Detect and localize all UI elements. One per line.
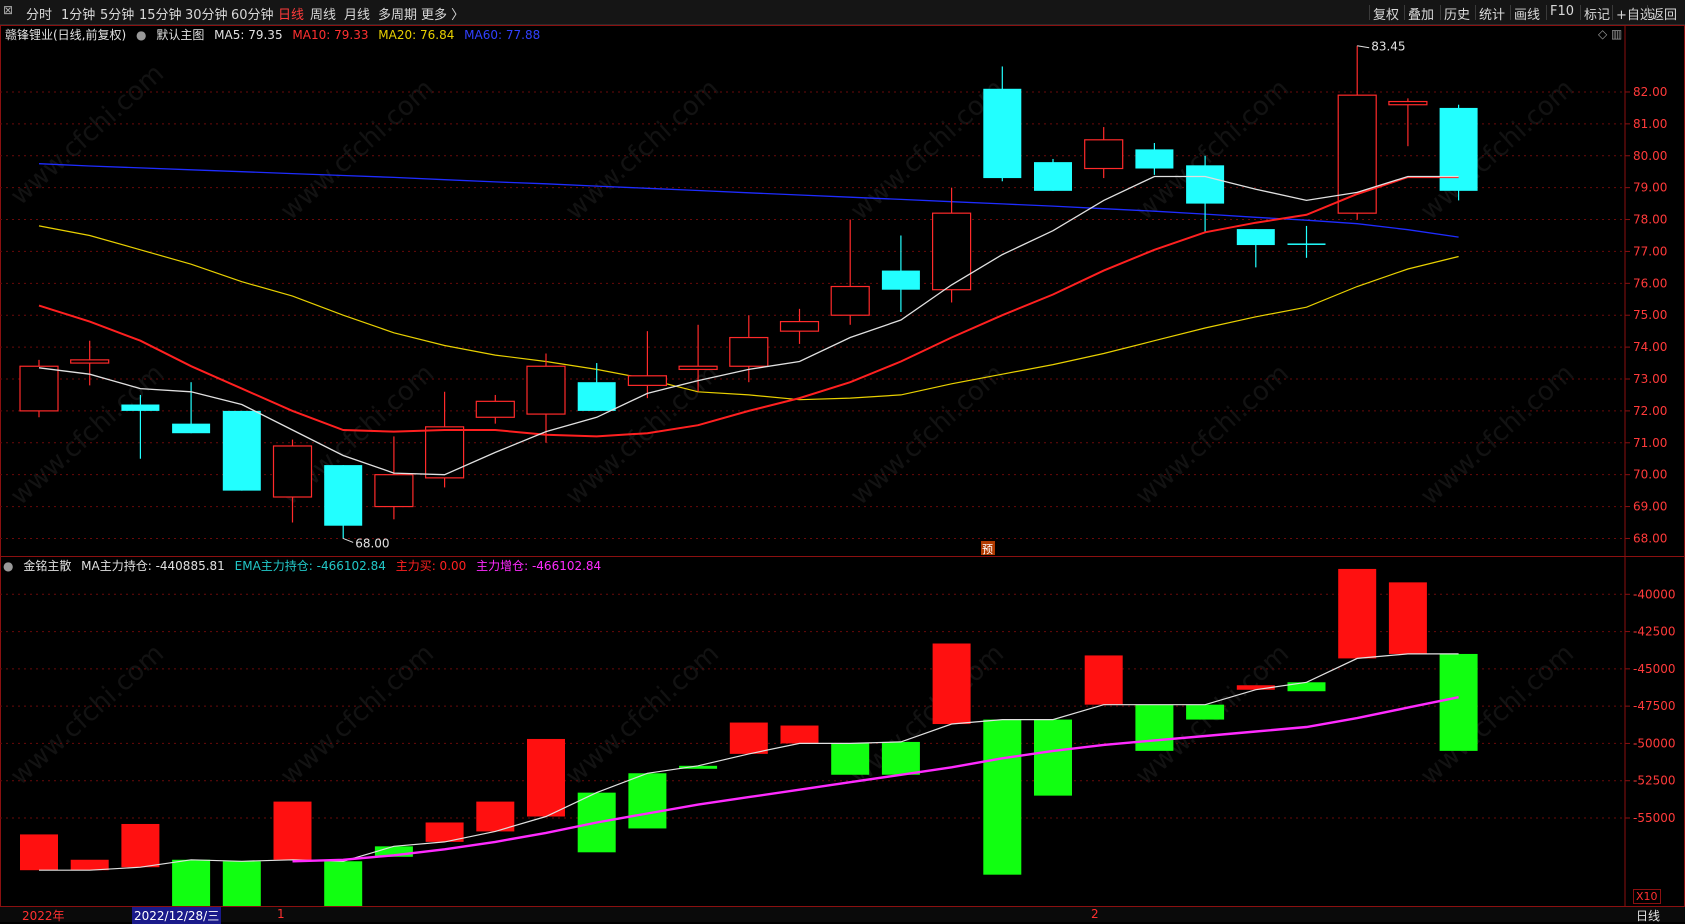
candle-body-down: [983, 88, 1022, 179]
flow-bar-down: [983, 719, 1022, 875]
candle-body-up: [475, 400, 515, 418]
kline-chart[interactable]: 68.00 69.00 70.00 71.00 72.00 73.00 74.00 75.00…: [0, 0, 1685, 922]
candle-body-down: [577, 382, 616, 411]
zoom-label[interactable]: X10: [1633, 889, 1661, 904]
candle-body-up: [779, 320, 820, 332]
y-tick-label: 82.00: [1633, 85, 1667, 99]
y-tick-label: 74.00: [1633, 340, 1667, 354]
sub-y-tick-label: -50000: [1633, 736, 1676, 750]
flow-bar-up: [527, 738, 565, 817]
y-tick-label: 79.00: [1633, 181, 1667, 195]
flow-bar-up: [729, 722, 768, 754]
candle-body-down: [1236, 229, 1275, 246]
sub-y-tick-label: -42500: [1633, 625, 1676, 639]
candle-body-up: [1337, 94, 1377, 214]
y-tick-label: 69.00: [1633, 500, 1667, 514]
candle-body-up: [678, 365, 718, 371]
flow-bar-up: [1084, 655, 1123, 705]
sub-y-tick-label: -47500: [1633, 699, 1676, 713]
y-tick-label: 75.00: [1633, 308, 1667, 322]
candle-body-up: [374, 474, 414, 508]
candle-body-down: [121, 404, 160, 411]
candle-body-up: [931, 212, 972, 291]
flow-bar-down: [1186, 704, 1225, 720]
sub-y-tick-label: -40000: [1633, 587, 1676, 601]
y-tick-label: 77.00: [1633, 244, 1667, 258]
candle-body-up: [70, 359, 110, 364]
candle-body-down: [222, 410, 261, 491]
flow-bar-up: [70, 859, 109, 871]
candle-body-down: [1287, 243, 1326, 245]
low-price-label: 68.00: [355, 536, 389, 550]
flow-bar-up: [273, 801, 312, 860]
candle-body-down: [324, 465, 363, 526]
flow-bar-down: [172, 859, 211, 909]
candle-body-up: [19, 365, 59, 412]
candle-body-down: [881, 270, 920, 290]
y-tick-label: 80.00: [1633, 149, 1667, 163]
y-tick-label: 78.00: [1633, 213, 1667, 227]
candle-body-up: [830, 285, 870, 316]
period-label[interactable]: 日线: [1636, 907, 1660, 924]
flow-bar-down: [831, 743, 870, 775]
year-label: 2022年: [22, 909, 65, 923]
candle-body-up: [1084, 139, 1124, 170]
flow-bar-down: [1135, 704, 1174, 751]
flow-bar-up: [1388, 582, 1427, 654]
high-price-label: 83.45: [1371, 40, 1405, 54]
candle-body-down: [1439, 107, 1478, 191]
sub-y-tick-label: -52500: [1633, 774, 1676, 788]
flow-bar-down: [1439, 653, 1478, 751]
sub-y-tick-label: -45000: [1633, 662, 1676, 676]
month-label-2: 2: [1091, 907, 1099, 921]
candle-body-down: [1034, 162, 1072, 191]
y-tick-label: 81.00: [1633, 117, 1667, 131]
flow-bar-down: [1287, 682, 1326, 692]
flow-bar-down: [1034, 719, 1072, 796]
sub-y-tick-label: -55000: [1633, 811, 1676, 825]
flow-bar-up: [20, 834, 58, 871]
y-tick-label: 72.00: [1633, 404, 1667, 418]
candle-body-up: [729, 336, 769, 367]
candle-body-up: [1388, 100, 1428, 106]
low-pointer: [343, 537, 354, 543]
ma60-line: [38, 163, 1459, 238]
cursor-date-label: 2022/12/28/三: [132, 907, 222, 924]
y-tick-label: 76.00: [1633, 276, 1667, 290]
candle-body-down: [1135, 149, 1174, 169]
candle-body-up: [526, 365, 566, 415]
ma10-line: [38, 176, 1459, 438]
candle-body-up: [272, 445, 313, 498]
date-axis: 2022年 2022/12/28/三 1 2 日线: [0, 906, 1685, 924]
flow-bar-down: [881, 741, 920, 775]
flow-bar-up: [1338, 568, 1377, 659]
y-tick-label: 68.00: [1633, 531, 1667, 545]
flow-bar-down: [628, 773, 667, 829]
candle-body-down: [172, 423, 211, 434]
candle-body-up: [627, 375, 668, 386]
high-pointer: [1357, 45, 1370, 49]
flow-bar-up: [780, 725, 819, 744]
month-label-1: 1: [277, 907, 285, 921]
candle-body-down: [1186, 165, 1225, 204]
y-tick-label: 73.00: [1633, 372, 1667, 386]
forecast-marker: 预: [982, 543, 993, 556]
y-tick-label: 71.00: [1633, 436, 1667, 450]
y-tick-label: 70.00: [1633, 468, 1667, 482]
flow-bar-up: [121, 823, 160, 868]
flow-bar-up: [932, 643, 971, 725]
candle-body-up: [425, 426, 465, 479]
